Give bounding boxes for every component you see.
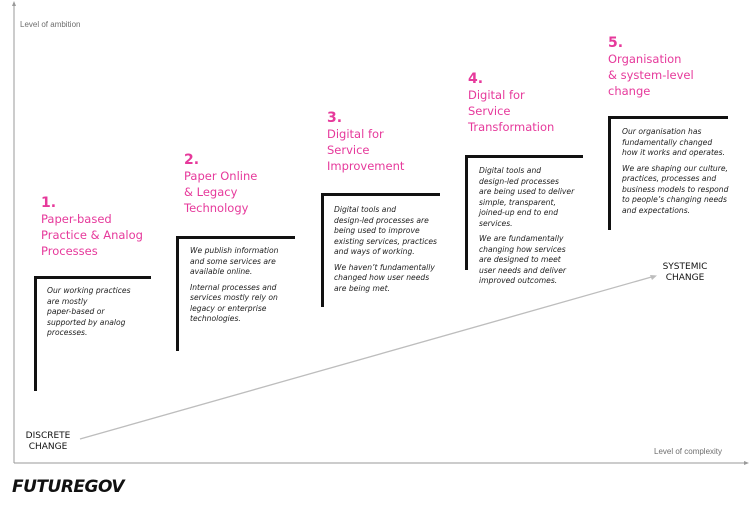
stage-3-description: Digital tools and design-led processes a… [334, 205, 452, 299]
stage-1-number: 1. [41, 195, 57, 211]
stage-2-title: Paper Online & Legacy Technology [184, 169, 258, 215]
stage-4-heading: 4. Digital for Service Transformation [468, 71, 554, 135]
stage-5-number: 5. [608, 35, 624, 51]
y-axis-label: Level of ambition [20, 20, 81, 29]
stage-3-paragraph-2: We haven’t fundamentally changed how use… [334, 262, 435, 293]
stage-4-description: Digital tools and design-led processes a… [479, 166, 589, 292]
systemic-change-label: SYSTEMIC CHANGE [662, 262, 708, 283]
stage-5-heading: 5. Organisation & system-level change [608, 35, 694, 99]
stage-2-description: We publish information and some services… [190, 246, 298, 330]
stage-3-title: Digital for Service Improvement [327, 127, 405, 173]
futuregov-logo: FUTUREGOV [12, 477, 124, 497]
stage-4-title: Digital for Service Transformation [468, 88, 555, 134]
stage-5-paragraph-1: Our organisation has fundamentally chang… [622, 127, 725, 157]
y-axis-arrow-icon [12, 1, 16, 6]
stage-1-heading: 1. Paper-based Practice & Analog Process… [41, 195, 143, 259]
stage-2-heading: 2. Paper Online & Legacy Technology [184, 152, 257, 216]
stage-2-paragraph-2: Internal processes and services mostly r… [190, 282, 278, 324]
stage-2-number: 2. [184, 152, 200, 168]
stage-5-paragraph-2: We are shaping our culture, practices, p… [622, 163, 729, 215]
stage-3-number: 3. [327, 110, 343, 126]
stage-1-title: Paper-based Practice & Analog Processes [41, 212, 143, 258]
stage-4-paragraph-2: We are fundamentally changing how servic… [479, 234, 567, 285]
stage-3-heading: 3. Digital for Service Improvement [327, 110, 404, 174]
stage-5-title: Organisation & system-level change [608, 52, 694, 98]
stage-5-description: Our organisation has fundamentally chang… [622, 127, 750, 221]
discrete-change-label: DISCRETE CHANGE [25, 431, 71, 452]
stage-2-paragraph-1: We publish information and some services… [190, 246, 279, 276]
stage-4-number: 4. [468, 71, 484, 87]
stage-4-paragraph-1: Digital tools and design-led processes a… [479, 166, 575, 228]
x-axis-arrow-icon [744, 461, 749, 465]
stage-1-description: Our working practices are mostly paper-b… [47, 286, 151, 344]
stage-1-paragraph: Our working practices are mostly paper-b… [47, 286, 131, 337]
x-axis-label: Level of complexity [654, 447, 723, 456]
stage-3-paragraph-1: Digital tools and design-led processes a… [334, 205, 438, 256]
